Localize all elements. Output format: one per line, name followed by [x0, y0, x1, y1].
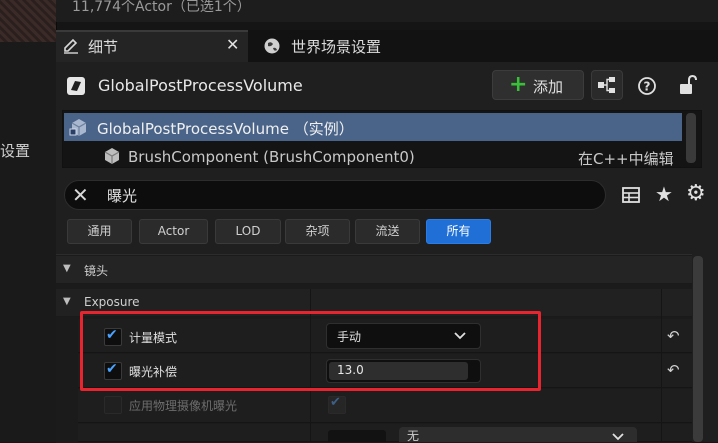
- left-settings-label[interactable]: 设置: [0, 140, 30, 161]
- search-input-value: 曝光: [107, 187, 138, 205]
- settings-gear-icon[interactable]: ⚙: [686, 181, 706, 206]
- checkmark-icon: ✔: [330, 395, 341, 410]
- filter-streaming[interactable]: 流送: [355, 219, 420, 244]
- component-tree-scrollbar[interactable]: [686, 113, 696, 163]
- tab-details[interactable]: [56, 30, 248, 62]
- viewport-side-strip: [0, 0, 57, 442]
- partial-dropdown[interactable]: [399, 427, 637, 442]
- plus-icon: +: [509, 72, 528, 97]
- physical-camera-label: 应用物理摄像机曝光: [129, 399, 238, 413]
- partial-field[interactable]: [328, 430, 386, 442]
- filter-general[interactable]: 通用: [67, 219, 132, 244]
- table-view-icon[interactable]: [621, 185, 641, 205]
- expand-triangle-icon: ▼: [63, 263, 71, 274]
- favorite-star-icon[interactable]: ★: [655, 182, 673, 206]
- hierarchy-icon: [598, 77, 615, 93]
- category-lens[interactable]: [56, 256, 692, 284]
- search-input[interactable]: [64, 180, 606, 210]
- component-child-label[interactable]: BrushComponent (BrushComponent0): [128, 148, 415, 166]
- reset-to-default-icon[interactable]: ↶: [667, 361, 680, 379]
- clear-search-icon[interactable]: ✕: [72, 183, 89, 207]
- expand-triangle-icon: ▼: [63, 296, 71, 307]
- close-tab-icon[interactable]: ✕: [226, 35, 239, 54]
- brush-cube-icon: [104, 148, 120, 164]
- actor-count-text: 11,774个Actor（已选1个）: [72, 0, 251, 15]
- filter-actor[interactable]: Actor: [139, 219, 208, 244]
- physical-camera-override-checkbox[interactable]: [104, 396, 122, 414]
- unlock-icon[interactable]: [677, 74, 697, 96]
- actor-name-title: GlobalPostProcessVolume: [98, 76, 303, 95]
- partial-dropdown-value: 无: [407, 430, 420, 442]
- property-grid-scrollbar[interactable]: [693, 256, 703, 442]
- column-divider: [661, 289, 662, 442]
- highlight-annotation: [80, 311, 541, 391]
- component-root-label: GlobalPostProcessVolume （实例）: [97, 120, 354, 138]
- tab-details-label: 细节: [88, 38, 119, 56]
- volume-cube-icon: [69, 119, 87, 136]
- filter-all[interactable]: 所有: [426, 219, 491, 244]
- edit-in-cpp-link[interactable]: 在C++中编辑: [578, 148, 674, 169]
- help-icon[interactable]: ?: [637, 76, 657, 96]
- reset-to-default-icon[interactable]: ↶: [667, 327, 680, 345]
- tab-world-settings[interactable]: 世界场景设置: [291, 36, 381, 57]
- add-component-label: 添加: [533, 78, 564, 96]
- viewport-thumbnail: [0, 0, 56, 42]
- category-lens-label: 镜头: [84, 264, 109, 278]
- actor-class-icon: [67, 77, 85, 95]
- pencil-icon: [64, 38, 78, 54]
- category-exposure-label: Exposure: [84, 295, 140, 309]
- svg-text:?: ?: [644, 80, 651, 94]
- filter-misc[interactable]: 杂项: [285, 219, 350, 244]
- globe-icon: [264, 38, 280, 54]
- chevron-down-icon: [612, 433, 624, 441]
- filter-lod[interactable]: LOD: [215, 219, 281, 244]
